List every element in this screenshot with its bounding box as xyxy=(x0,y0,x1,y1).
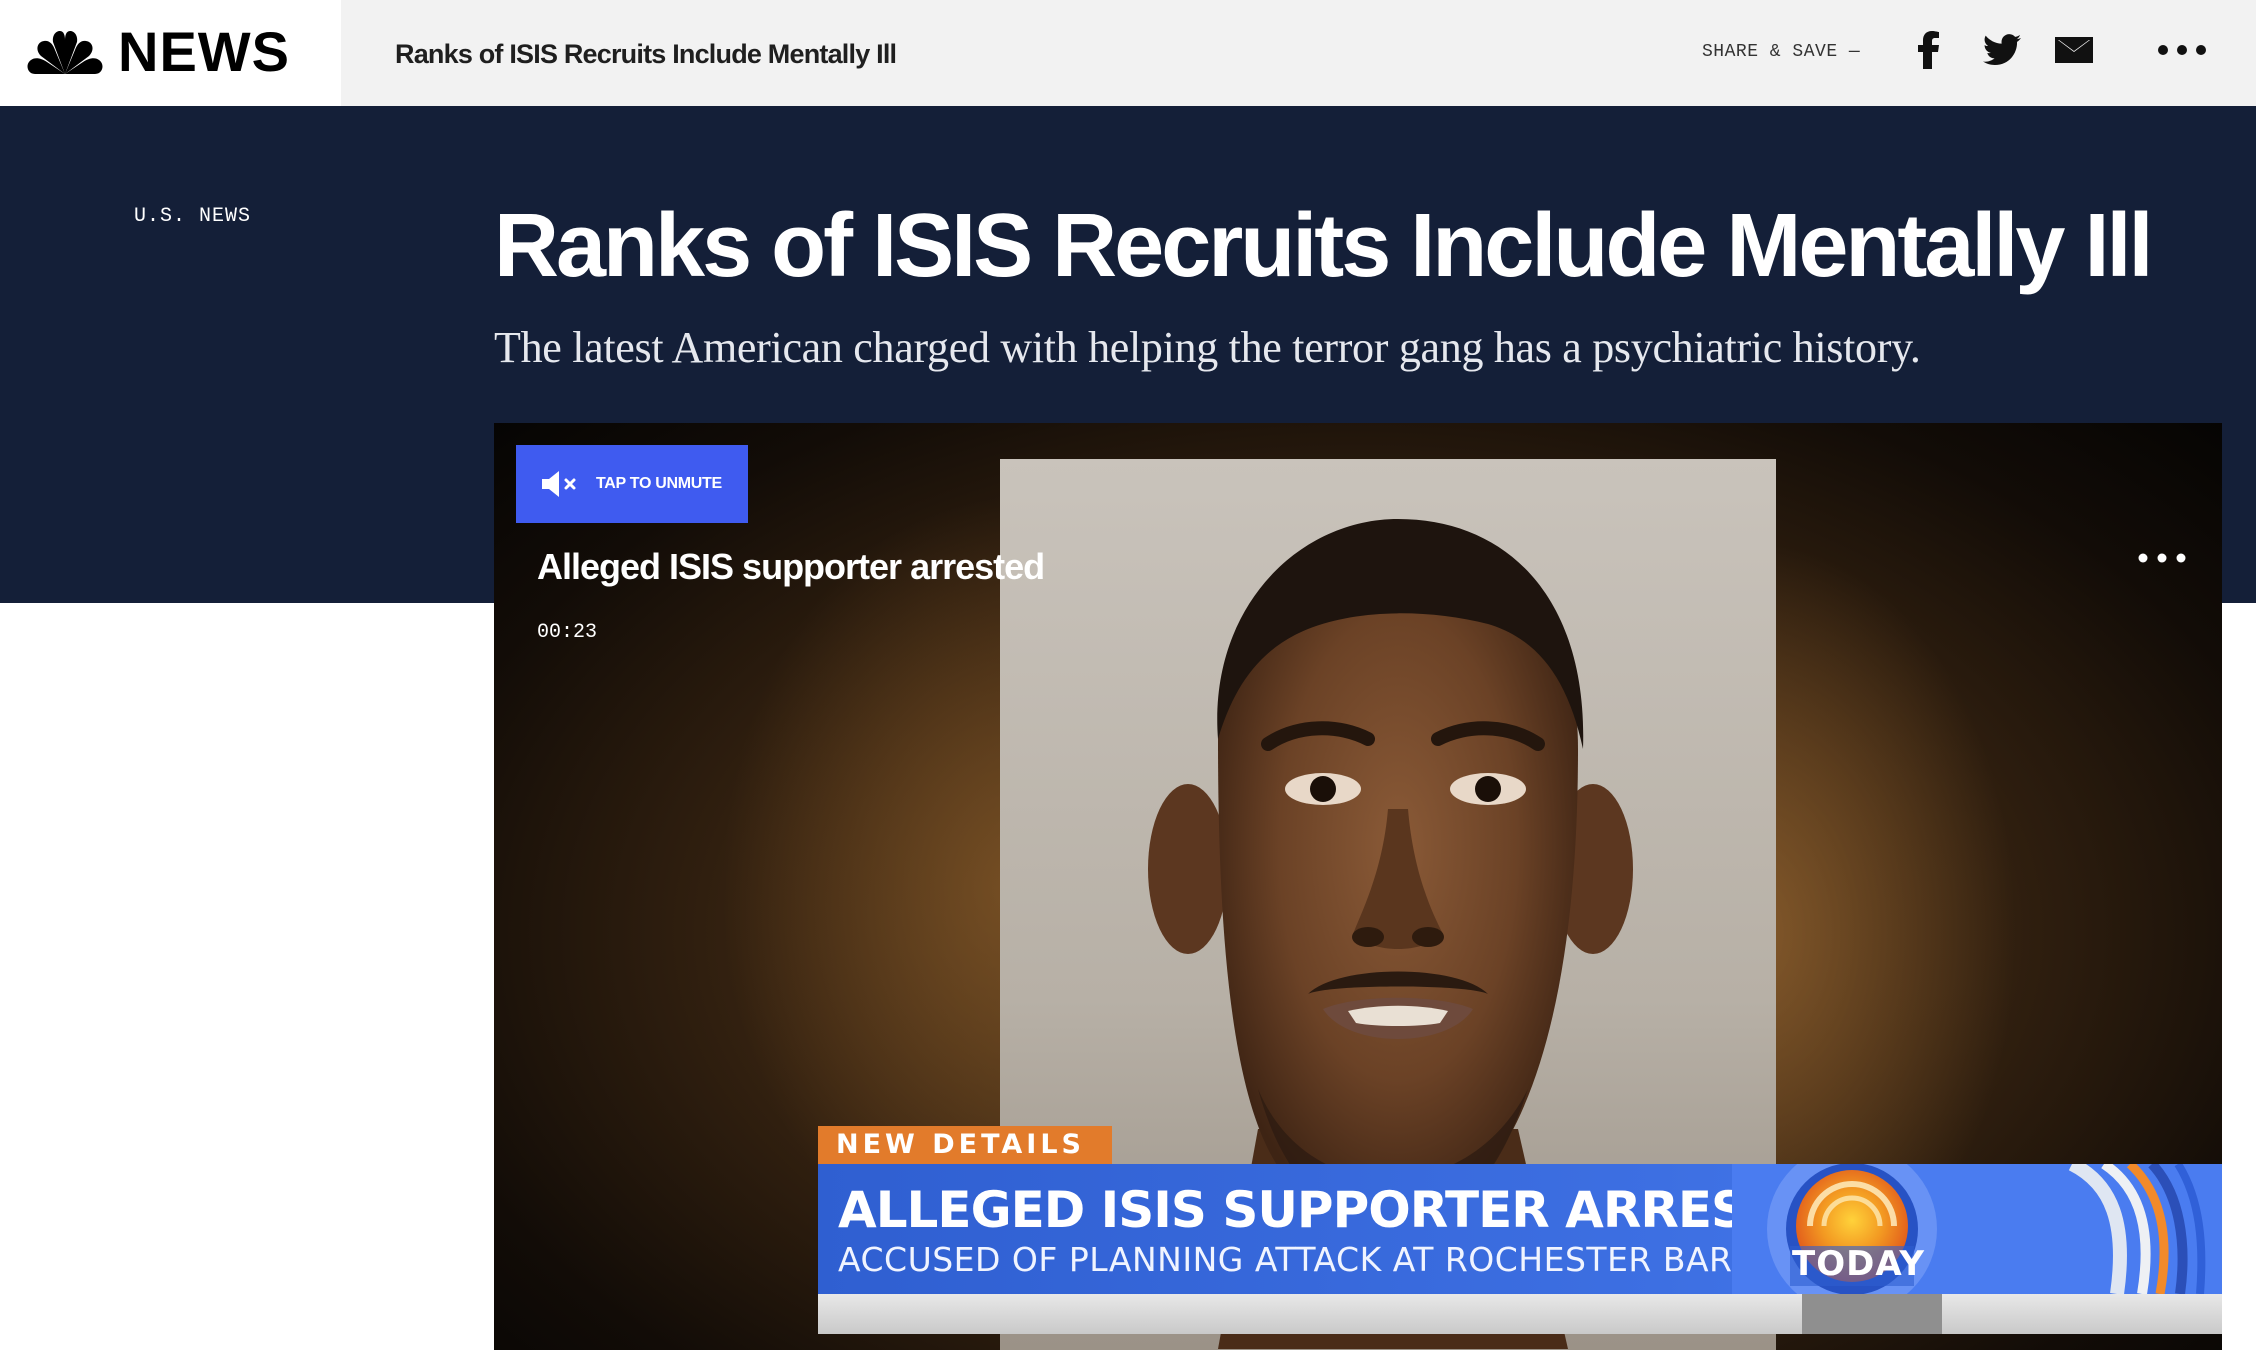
video-title: Alleged ISIS supporter arrested xyxy=(537,546,1045,587)
email-share-button[interactable] xyxy=(2054,30,2094,70)
email-icon xyxy=(2055,37,2093,63)
facebook-share-button[interactable] xyxy=(1914,30,1944,70)
lower-third-headline: ALLEGED ISIS SUPPORTER ARRESTED xyxy=(838,1181,1854,1239)
lower-third-ticker-strip xyxy=(818,1294,2222,1334)
article-dek: The latest American charged with helping… xyxy=(494,323,1921,372)
more-options-button[interactable] xyxy=(2154,30,2210,70)
twitter-share-button[interactable] xyxy=(1982,30,2022,70)
nbc-peacock-icon xyxy=(27,31,103,74)
logo-wordmark: NEWS xyxy=(118,20,290,83)
video-duration: 00:23 xyxy=(537,621,598,644)
video-more-options-button[interactable] xyxy=(2134,543,2190,573)
share-and-save-label: SHARE & SAVE — xyxy=(1702,42,1861,62)
lower-third-subhead: ACCUSED OF PLANNING ATTACK AT ROCHESTER … xyxy=(838,1240,1733,1279)
more-icon xyxy=(2138,553,2186,563)
today-logo-text: TODAY xyxy=(1792,1244,1925,1284)
section-eyebrow-link[interactable]: U.S. NEWS xyxy=(134,204,251,230)
facebook-icon xyxy=(1918,31,1939,69)
lower-third-tag: NEW DETAILS xyxy=(818,1126,1112,1164)
muted-speaker-icon xyxy=(542,471,576,497)
video-player[interactable]: TAP TO UNMUTE Alleged ISIS supporter arr… xyxy=(494,423,2222,1350)
tap-to-unmute-button[interactable]: TAP TO UNMUTE xyxy=(516,445,748,523)
top-navigation-bar: NEWS Ranks of ISIS Recruits Include Ment… xyxy=(0,0,2256,106)
lower-third-ticker-block xyxy=(1802,1294,1942,1334)
sticky-article-title: Ranks of ISIS Recruits Include Mentally … xyxy=(395,39,897,69)
lower-third-banner: ALLEGED ISIS SUPPORTER ARRESTED ACCUSED … xyxy=(818,1164,2222,1294)
nbc-news-logo-link[interactable]: NEWS xyxy=(0,0,341,106)
twitter-icon xyxy=(1983,34,2021,66)
article-headline: Ranks of ISIS Recruits Include Mentally … xyxy=(494,196,2153,296)
more-icon xyxy=(2158,45,2206,55)
tap-to-unmute-label: TAP TO UNMUTE xyxy=(596,475,722,492)
